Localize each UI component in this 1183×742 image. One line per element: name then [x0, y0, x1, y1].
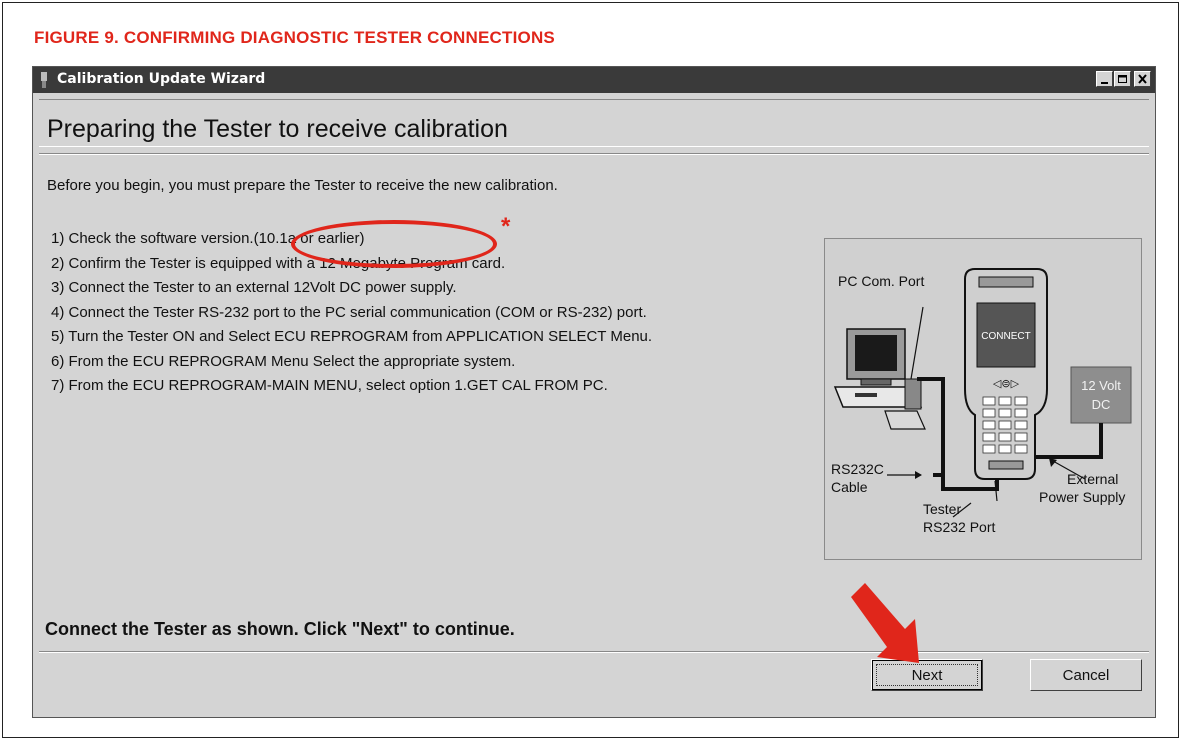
- step-7: 7) From the ECU REPROGRAM-MAIN MENU, sel…: [51, 377, 608, 394]
- step-3: 3) Connect the Tester to an external 12V…: [51, 279, 457, 296]
- tester-device-icon: CONNECT ◁⊜▷: [964, 268, 1048, 480]
- focus-ring: [876, 664, 978, 686]
- power-supply-box: 12 Volt DC: [1070, 366, 1132, 424]
- footer-divider: [39, 651, 1149, 653]
- intro-text: Before you begin, you must prepare the T…: [47, 177, 558, 194]
- svg-text:DC: DC: [1092, 397, 1111, 412]
- figure-title: FIGURE 9. CONFIRMING DIAGNOSTIC TESTER C…: [34, 28, 555, 47]
- tester-port-label: RS232 Port: [923, 519, 996, 535]
- tester-label: Tester: [923, 501, 962, 517]
- cancel-button-label: Cancel: [1062, 666, 1110, 684]
- window-title: Calibration Update Wizard: [57, 71, 266, 87]
- svg-text:12 Volt: 12 Volt: [1081, 378, 1121, 393]
- rs232c-label: RS232C: [831, 461, 884, 477]
- divider: [39, 153, 1149, 155]
- svg-text:◁⊜▷: ◁⊜▷: [993, 377, 1020, 390]
- instruction-text: Connect the Tester as shown. Click "Next…: [45, 619, 515, 639]
- close-button[interactable]: [1134, 71, 1151, 87]
- pc-com-port-label: PC Com. Port: [838, 273, 925, 289]
- annotation-asterisk: *: [501, 213, 511, 240]
- connection-diagram: CONNECT ◁⊜▷ 12 Volt DC PC Com. Port RS23…: [824, 238, 1142, 560]
- cable-label: Cable: [831, 479, 868, 495]
- power-supply-label: Power Supply: [1039, 489, 1126, 505]
- external-label: External: [1067, 471, 1119, 487]
- red-arrow-icon: [851, 583, 919, 663]
- title-bar[interactable]: Calibration Update Wizard: [33, 67, 1155, 93]
- cancel-button[interactable]: Cancel: [1030, 659, 1142, 691]
- wizard-window: Calibration Update Wizard Preparing the …: [32, 66, 1156, 718]
- svg-text:CONNECT: CONNECT: [981, 331, 1030, 342]
- close-icon: [1138, 74, 1147, 84]
- step-6: 6) From the ECU REPROGRAM Menu Select th…: [51, 352, 516, 370]
- version-highlight-oval: [291, 220, 497, 268]
- app-icon: [41, 72, 47, 88]
- minimize-button[interactable]: [1096, 71, 1113, 87]
- step-5: 5) Turn the Tester ON and Select ECU REP…: [51, 328, 653, 345]
- minimize-icon: [1101, 82, 1108, 84]
- step-4: 4) Connect the Tester RS-232 port to the…: [51, 303, 647, 321]
- page-heading: Preparing the Tester to receive calibrat…: [47, 115, 508, 143]
- maximize-button[interactable]: [1114, 71, 1131, 87]
- maximize-icon: [1118, 75, 1127, 83]
